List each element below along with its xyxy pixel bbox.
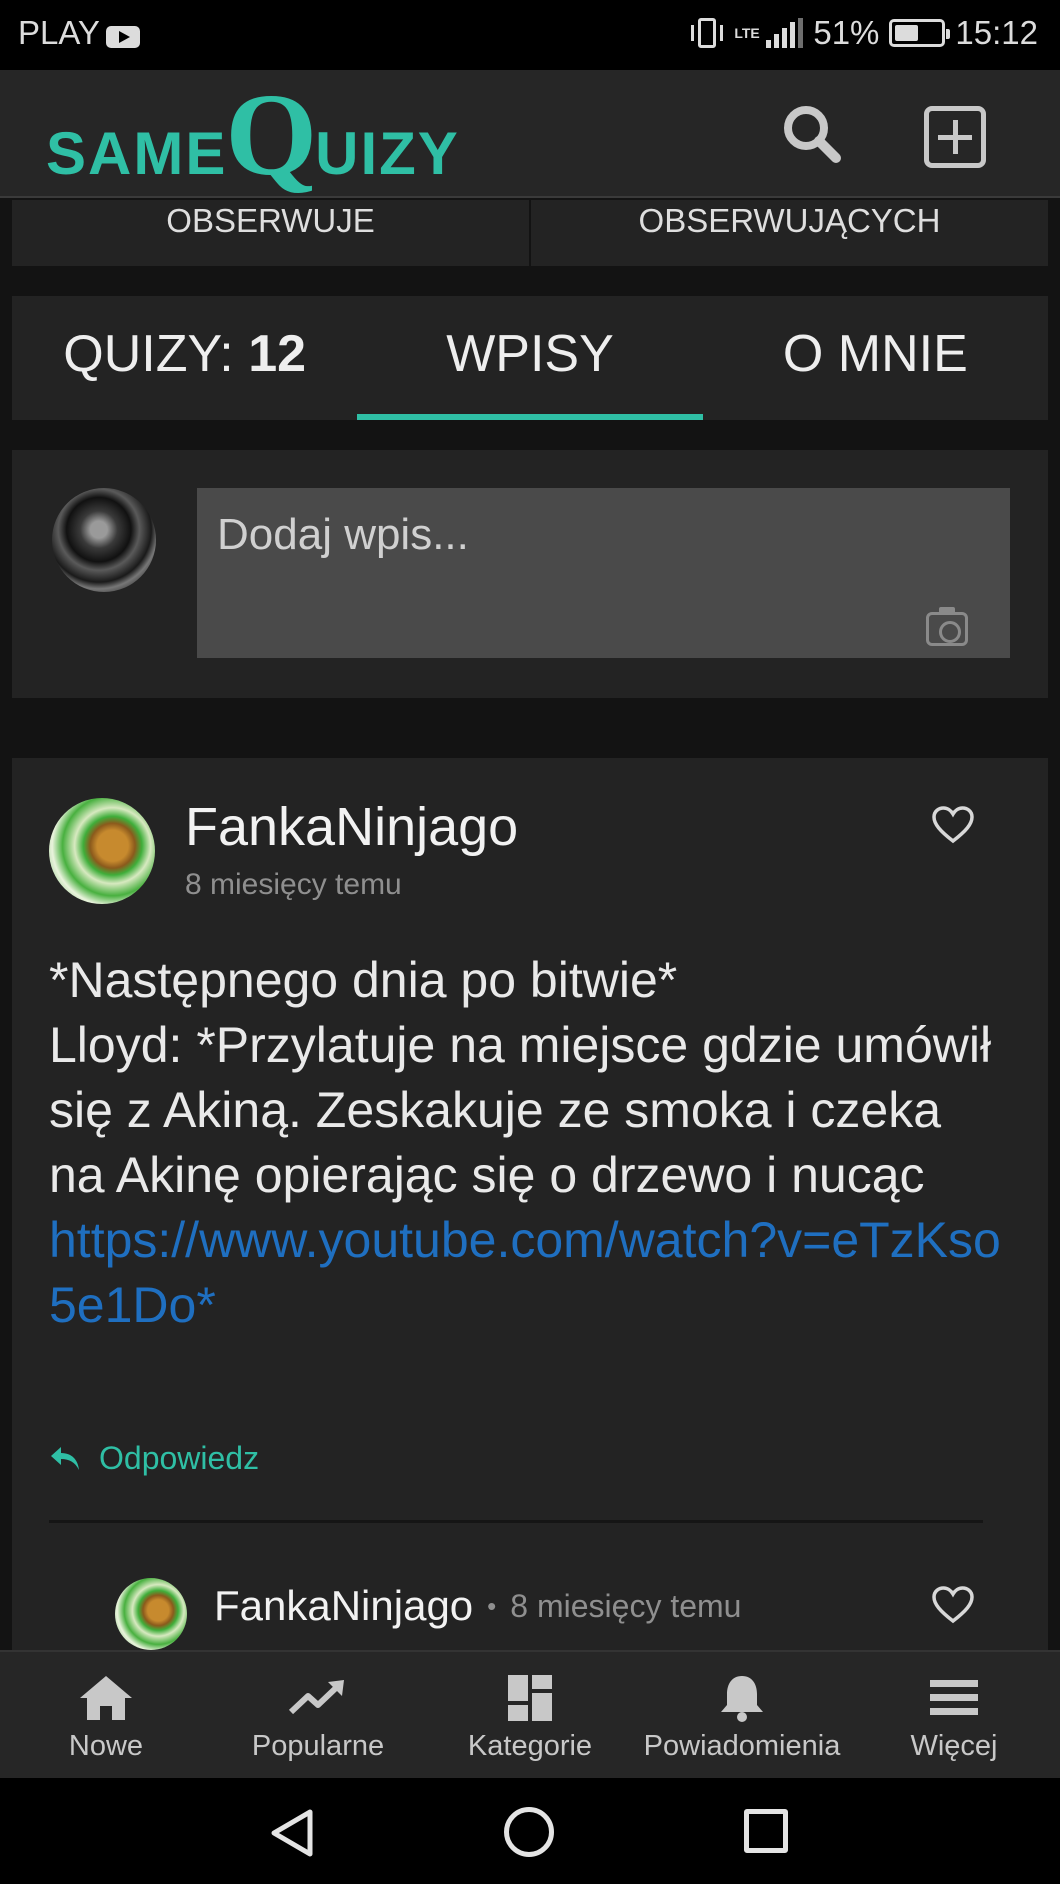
nav-more-label: Więcej	[910, 1730, 998, 1762]
avatar[interactable]	[52, 488, 156, 592]
nav-popular[interactable]: Popularne	[212, 1652, 424, 1778]
bell-icon	[721, 1676, 763, 1722]
like-heart-icon[interactable]	[932, 806, 974, 844]
menu-icon	[930, 1680, 978, 1715]
reply-button[interactable]: Odpowiedz	[49, 1440, 259, 1477]
post-text-line: Lloyd: *Przylatuje na miejsce gdzie umów…	[49, 1017, 992, 1203]
logo-text-same: SAME	[46, 120, 228, 187]
system-navigation-bar	[0, 1778, 1060, 1884]
follow-row: OBSERWUJE OBSERWUJĄCYCH	[12, 200, 1048, 266]
comment-author[interactable]: FankaNinjago	[214, 1582, 473, 1630]
divider	[49, 1520, 983, 1523]
youtube-notification-icon	[106, 26, 140, 48]
camera-icon[interactable]	[926, 607, 968, 646]
nav-new-label: Nowe	[68, 1730, 144, 1762]
comment-meta: FankaNinjago • 8 miesięcy temu	[214, 1582, 741, 1630]
comment-timestamp: 8 miesięcy temu	[510, 1587, 742, 1624]
meta-separator: •	[487, 1590, 497, 1621]
battery-percent: 51%	[813, 14, 880, 51]
youtube-link[interactable]: https://www.youtube.com/watch?v=eTzKso5e…	[49, 1208, 1009, 1338]
lte-label: LTE	[734, 25, 760, 41]
dashboard-icon	[508, 1675, 552, 1721]
recent-apps-icon[interactable]	[744, 1809, 788, 1853]
add-quiz-icon[interactable]	[924, 106, 986, 168]
following-button[interactable]: OBSERWUJE	[12, 200, 531, 266]
status-icons: LTE 51% 15:12	[690, 14, 1038, 52]
nav-popular-label: Popularne	[251, 1730, 385, 1762]
nav-notifications[interactable]: Powiadomienia	[636, 1652, 848, 1778]
logo-text-uizy: UIZY	[315, 120, 460, 187]
samequizy-logo[interactable]: SAME Q UIZY	[46, 76, 460, 194]
nav-notifications-label: Powiadomienia	[643, 1730, 841, 1762]
back-icon[interactable]	[268, 1808, 318, 1858]
new-post-input[interactable]: Dodaj wpis...	[197, 488, 1010, 658]
tab-posts[interactable]: WPISY	[357, 296, 703, 420]
reply-arrow-icon	[51, 1446, 79, 1470]
nav-more[interactable]: Więcej	[848, 1652, 1060, 1778]
status-bar: PLAY LTE 51% 15:12	[0, 0, 1060, 70]
post-card: FankaNinjago 8 miesięcy temu *Następnego…	[12, 758, 1048, 1658]
battery-icon	[889, 19, 951, 47]
reply-label: Odpowiedz	[99, 1440, 260, 1476]
carrier-label: PLAY	[18, 14, 100, 51]
vibrate-icon	[690, 16, 724, 50]
new-post-box: Dodaj wpis...	[12, 450, 1048, 698]
tab-about[interactable]: O MNIE	[703, 296, 1048, 420]
followers-button[interactable]: OBSERWUJĄCYCH	[531, 200, 1048, 266]
post-body: *Następnego dnia po bitwie* Lloyd: *Przy…	[49, 948, 1009, 1338]
post-timestamp: 8 miesięcy temu	[185, 868, 402, 901]
trending-icon	[288, 1680, 344, 1715]
nav-new[interactable]: Nowe	[0, 1652, 212, 1778]
tab-quizzes-count: 12	[248, 325, 307, 383]
nav-categories[interactable]: Kategorie	[424, 1652, 636, 1778]
post-text-line: *Następnego dnia po bitwie*	[49, 952, 678, 1008]
home-button-icon[interactable]	[504, 1807, 554, 1857]
home-icon	[80, 1676, 132, 1720]
app-header: SAME Q UIZY	[0, 70, 1060, 198]
signal-icon	[766, 18, 804, 48]
comment-author-avatar[interactable]	[115, 1578, 187, 1650]
clock: 15:12	[955, 14, 1038, 51]
tab-quizzes-label: QUIZY:	[63, 325, 234, 383]
new-post-placeholder: Dodaj wpis...	[217, 510, 469, 559]
author-avatar[interactable]	[49, 798, 155, 904]
logo-text-q: Q	[225, 69, 318, 200]
bottom-navigation: Nowe Popularne Kategorie Powiadomienia W…	[0, 1650, 1060, 1778]
search-icon[interactable]	[780, 102, 842, 164]
comment-like-heart-icon[interactable]	[932, 1586, 974, 1624]
profile-tabs: QUIZY: 12 WPISY O MNIE	[12, 296, 1048, 420]
tab-quizzes[interactable]: QUIZY: 12	[12, 296, 357, 420]
nav-categories-label: Kategorie	[467, 1730, 593, 1762]
post-author[interactable]: FankaNinjago	[185, 796, 518, 858]
